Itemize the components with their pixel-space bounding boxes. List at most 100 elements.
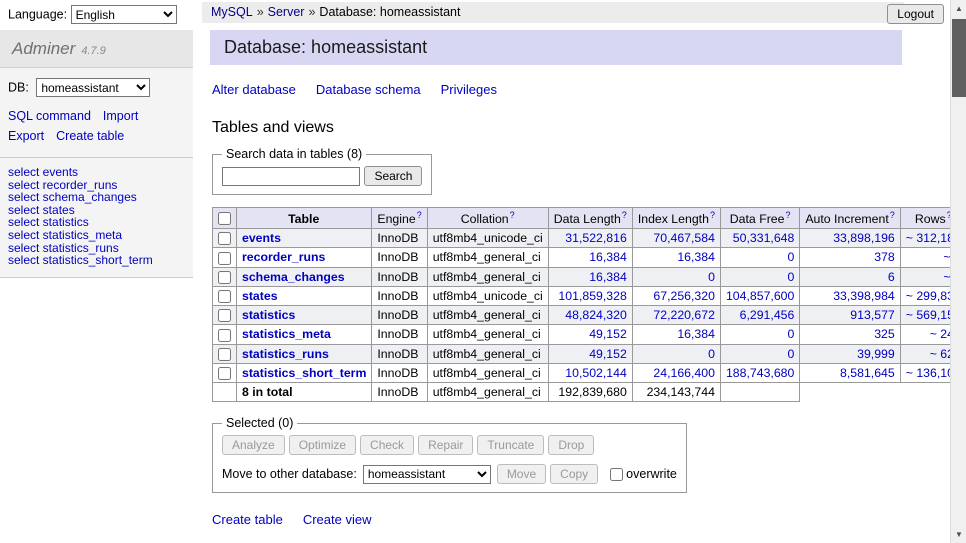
database-toolbar-link[interactable]: Alter database bbox=[212, 82, 296, 97]
column-header: Data Free? bbox=[720, 208, 799, 229]
sidebar-table-link[interactable]: select statistics_meta bbox=[8, 229, 185, 242]
logout-button[interactable]: Logout bbox=[887, 4, 944, 24]
table-name-link[interactable]: recorder_runs bbox=[242, 250, 325, 264]
breadcrumb-server-link[interactable]: Server bbox=[268, 5, 305, 19]
column-help-link[interactable]: ? bbox=[622, 210, 627, 220]
row-select-cell bbox=[213, 344, 237, 363]
row-checkbox[interactable] bbox=[218, 348, 231, 361]
data-free-cell: 50,331,648 bbox=[720, 229, 799, 248]
vertical-scrollbar: ▲ ▼ bbox=[950, 0, 966, 543]
move-database-select[interactable]: homeassistant bbox=[363, 465, 491, 484]
column-header-label: Auto Increment bbox=[805, 212, 888, 226]
scrollbar-thumb[interactable] bbox=[952, 19, 966, 97]
table-row: statistics_runs InnoDB utf8mb4_general_c… bbox=[213, 344, 966, 363]
total-empty-cell bbox=[213, 383, 237, 402]
row-checkbox[interactable] bbox=[218, 329, 231, 342]
table-name-link[interactable]: schema_changes bbox=[242, 270, 345, 284]
language-selector: Language: English bbox=[8, 5, 177, 24]
move-copy-row: Move to other database: homeassistant Mo… bbox=[222, 464, 677, 484]
overwrite-option: overwrite bbox=[610, 467, 677, 481]
row-checkbox[interactable] bbox=[218, 290, 231, 303]
data-free-cell: 0 bbox=[720, 267, 799, 286]
selected-action-button[interactable]: Repair bbox=[418, 435, 473, 455]
select-all-cell bbox=[213, 208, 237, 229]
selected-actions: AnalyzeOptimizeCheckRepairTruncateDrop bbox=[222, 435, 677, 455]
table-name-link[interactable]: statistics bbox=[242, 308, 295, 322]
data-free-cell: 6,291,456 bbox=[720, 306, 799, 325]
auto-increment-cell: 39,999 bbox=[800, 344, 900, 363]
column-help-link[interactable]: ? bbox=[710, 210, 715, 220]
breadcrumb-mysql-link[interactable]: MySQL bbox=[211, 5, 253, 19]
create-link[interactable]: Create table bbox=[212, 512, 283, 527]
app-title: Adminer4.7.9 bbox=[0, 30, 193, 68]
create-link[interactable]: Create view bbox=[303, 512, 372, 527]
table-name-link[interactable]: statistics_short_term bbox=[242, 366, 366, 380]
sidebar-table-link[interactable]: select statistics_short_term bbox=[8, 254, 185, 267]
row-checkbox[interactable] bbox=[218, 271, 231, 284]
selected-action-button[interactable]: Analyze bbox=[222, 435, 285, 455]
data-length-cell: 31,522,816 bbox=[548, 229, 632, 248]
engine-cell: InnoDB bbox=[372, 363, 427, 382]
table-name-link[interactable]: statistics_runs bbox=[242, 347, 329, 361]
sidebar-action-links: SQL command Import Export Create table bbox=[0, 101, 193, 158]
page-title: Database: homeassistant bbox=[210, 30, 902, 65]
sidebar-action-link[interactable]: Export bbox=[8, 129, 44, 144]
select-all-checkbox[interactable] bbox=[218, 212, 231, 225]
app-version: 4.7.9 bbox=[81, 45, 105, 57]
data-length-cell: 49,152 bbox=[548, 344, 632, 363]
column-header-label: Rows bbox=[915, 212, 946, 226]
table-name-cell: schema_changes bbox=[237, 267, 372, 286]
sidebar-action-link[interactable]: Create table bbox=[56, 129, 124, 144]
row-select-cell bbox=[213, 267, 237, 286]
collation-cell: utf8mb4_unicode_ci bbox=[427, 229, 548, 248]
sidebar-table-link[interactable]: select events bbox=[8, 166, 185, 179]
table-name-link[interactable]: states bbox=[242, 289, 278, 303]
row-checkbox[interactable] bbox=[218, 309, 231, 322]
index-length-cell: 67,256,320 bbox=[632, 286, 720, 305]
database-toolbar-link[interactable]: Privileges bbox=[441, 82, 497, 97]
main-content: Database: homeassistant Alter database Da… bbox=[210, 30, 902, 543]
selected-action-button[interactable]: Drop bbox=[548, 435, 594, 455]
database-toolbar-link[interactable]: Database schema bbox=[316, 82, 421, 97]
db-selector-row: DB: homeassistant bbox=[0, 68, 193, 101]
sidebar-action-link[interactable]: SQL command bbox=[8, 109, 91, 124]
column-header: Index Length? bbox=[632, 208, 720, 229]
scrollbar-up-icon[interactable]: ▲ bbox=[951, 0, 966, 17]
column-help-link[interactable]: ? bbox=[890, 210, 895, 220]
data-length-cell: 16,384 bbox=[548, 248, 632, 267]
total-index-length-cell: 234,143,744 bbox=[632, 383, 720, 402]
move-button[interactable]: Move bbox=[497, 464, 546, 484]
column-help-link[interactable]: ? bbox=[417, 210, 422, 220]
table-name-link[interactable]: statistics_meta bbox=[242, 327, 331, 341]
index-length-cell: 70,467,584 bbox=[632, 229, 720, 248]
db-select[interactable]: homeassistant bbox=[36, 78, 150, 97]
selected-fieldset: Selected (0) AnalyzeOptimizeCheckRepairT… bbox=[212, 416, 687, 493]
index-length-cell: 24,166,400 bbox=[632, 363, 720, 382]
data-free-cell: 188,743,680 bbox=[720, 363, 799, 382]
db-label: DB: bbox=[8, 81, 29, 95]
search-button[interactable]: Search bbox=[364, 166, 422, 186]
selected-action-button[interactable]: Check bbox=[360, 435, 414, 455]
row-checkbox[interactable] bbox=[218, 367, 231, 380]
breadcrumb-separator: » bbox=[308, 5, 315, 19]
scrollbar-down-icon[interactable]: ▼ bbox=[951, 526, 966, 543]
table-name-cell: statistics_meta bbox=[237, 325, 372, 344]
language-select[interactable]: English bbox=[71, 5, 177, 24]
row-checkbox[interactable] bbox=[218, 252, 231, 265]
search-input[interactable] bbox=[222, 167, 360, 186]
selected-action-button[interactable]: Truncate bbox=[477, 435, 544, 455]
selected-action-button[interactable]: Optimize bbox=[289, 435, 356, 455]
search-fieldset: Search data in tables (8) Search bbox=[212, 147, 432, 195]
overwrite-checkbox[interactable] bbox=[610, 468, 623, 481]
engine-cell: InnoDB bbox=[372, 306, 427, 325]
copy-button[interactable]: Copy bbox=[550, 464, 598, 484]
sidebar-table-link[interactable]: select schema_changes bbox=[8, 191, 185, 204]
engine-cell: InnoDB bbox=[372, 286, 427, 305]
column-help-link[interactable]: ? bbox=[785, 210, 790, 220]
data-length-cell: 48,824,320 bbox=[548, 306, 632, 325]
row-checkbox[interactable] bbox=[218, 232, 231, 245]
table-name-link[interactable]: events bbox=[242, 231, 281, 245]
sidebar-action-link[interactable]: Import bbox=[103, 109, 138, 124]
column-help-link[interactable]: ? bbox=[510, 210, 515, 220]
auto-increment-cell: 325 bbox=[800, 325, 900, 344]
